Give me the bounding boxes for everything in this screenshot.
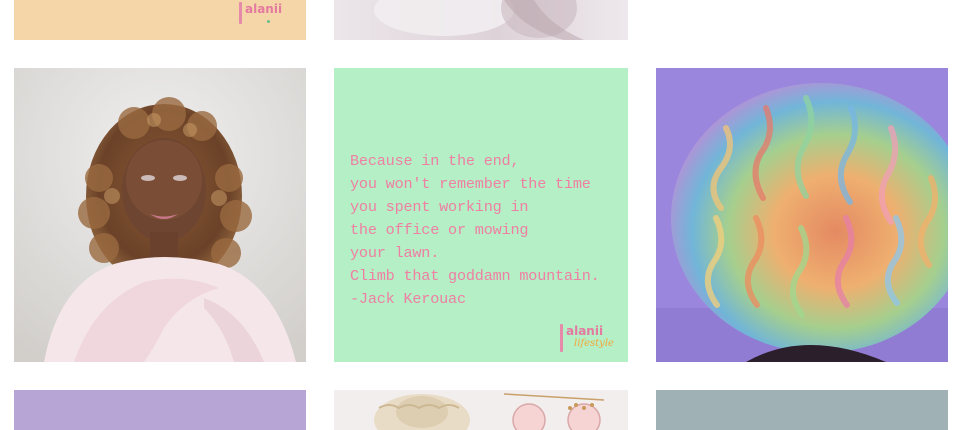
portrait-image xyxy=(14,68,306,362)
alanii-logo: alanii xyxy=(239,2,282,24)
alanii-logo: alanii lifestyle xyxy=(560,324,614,352)
photo-image xyxy=(374,0,584,40)
post-tile-quote[interactable]: Because in the end, you won't remember t… xyxy=(334,68,628,362)
post-tile-photo-bottom-right[interactable] xyxy=(656,390,948,430)
post-tile-logo-card[interactable]: alanii xyxy=(14,0,306,40)
quote-text: Because in the end, you won't remember t… xyxy=(350,152,600,308)
post-tile-rainbow-hair[interactable] xyxy=(656,68,948,362)
logo-wordmark: alanii xyxy=(566,324,604,338)
post-tile-photo-top-right[interactable] xyxy=(656,0,948,40)
post-tile-photo-bottom-left[interactable] xyxy=(14,390,306,430)
logo-dot-icon xyxy=(267,20,270,23)
logo-bar-icon xyxy=(560,324,563,352)
post-tile-portrait[interactable] xyxy=(14,68,306,362)
logo-wordmark: alanii xyxy=(245,2,283,16)
logo-bar-icon xyxy=(239,2,242,24)
logo-tagline: lifestyle xyxy=(574,338,614,349)
post-tile-photo-top[interactable] xyxy=(334,0,628,40)
rainbow-hair-image xyxy=(656,68,948,362)
post-tile-accessories[interactable] xyxy=(334,390,628,430)
accessories-image xyxy=(374,393,605,430)
